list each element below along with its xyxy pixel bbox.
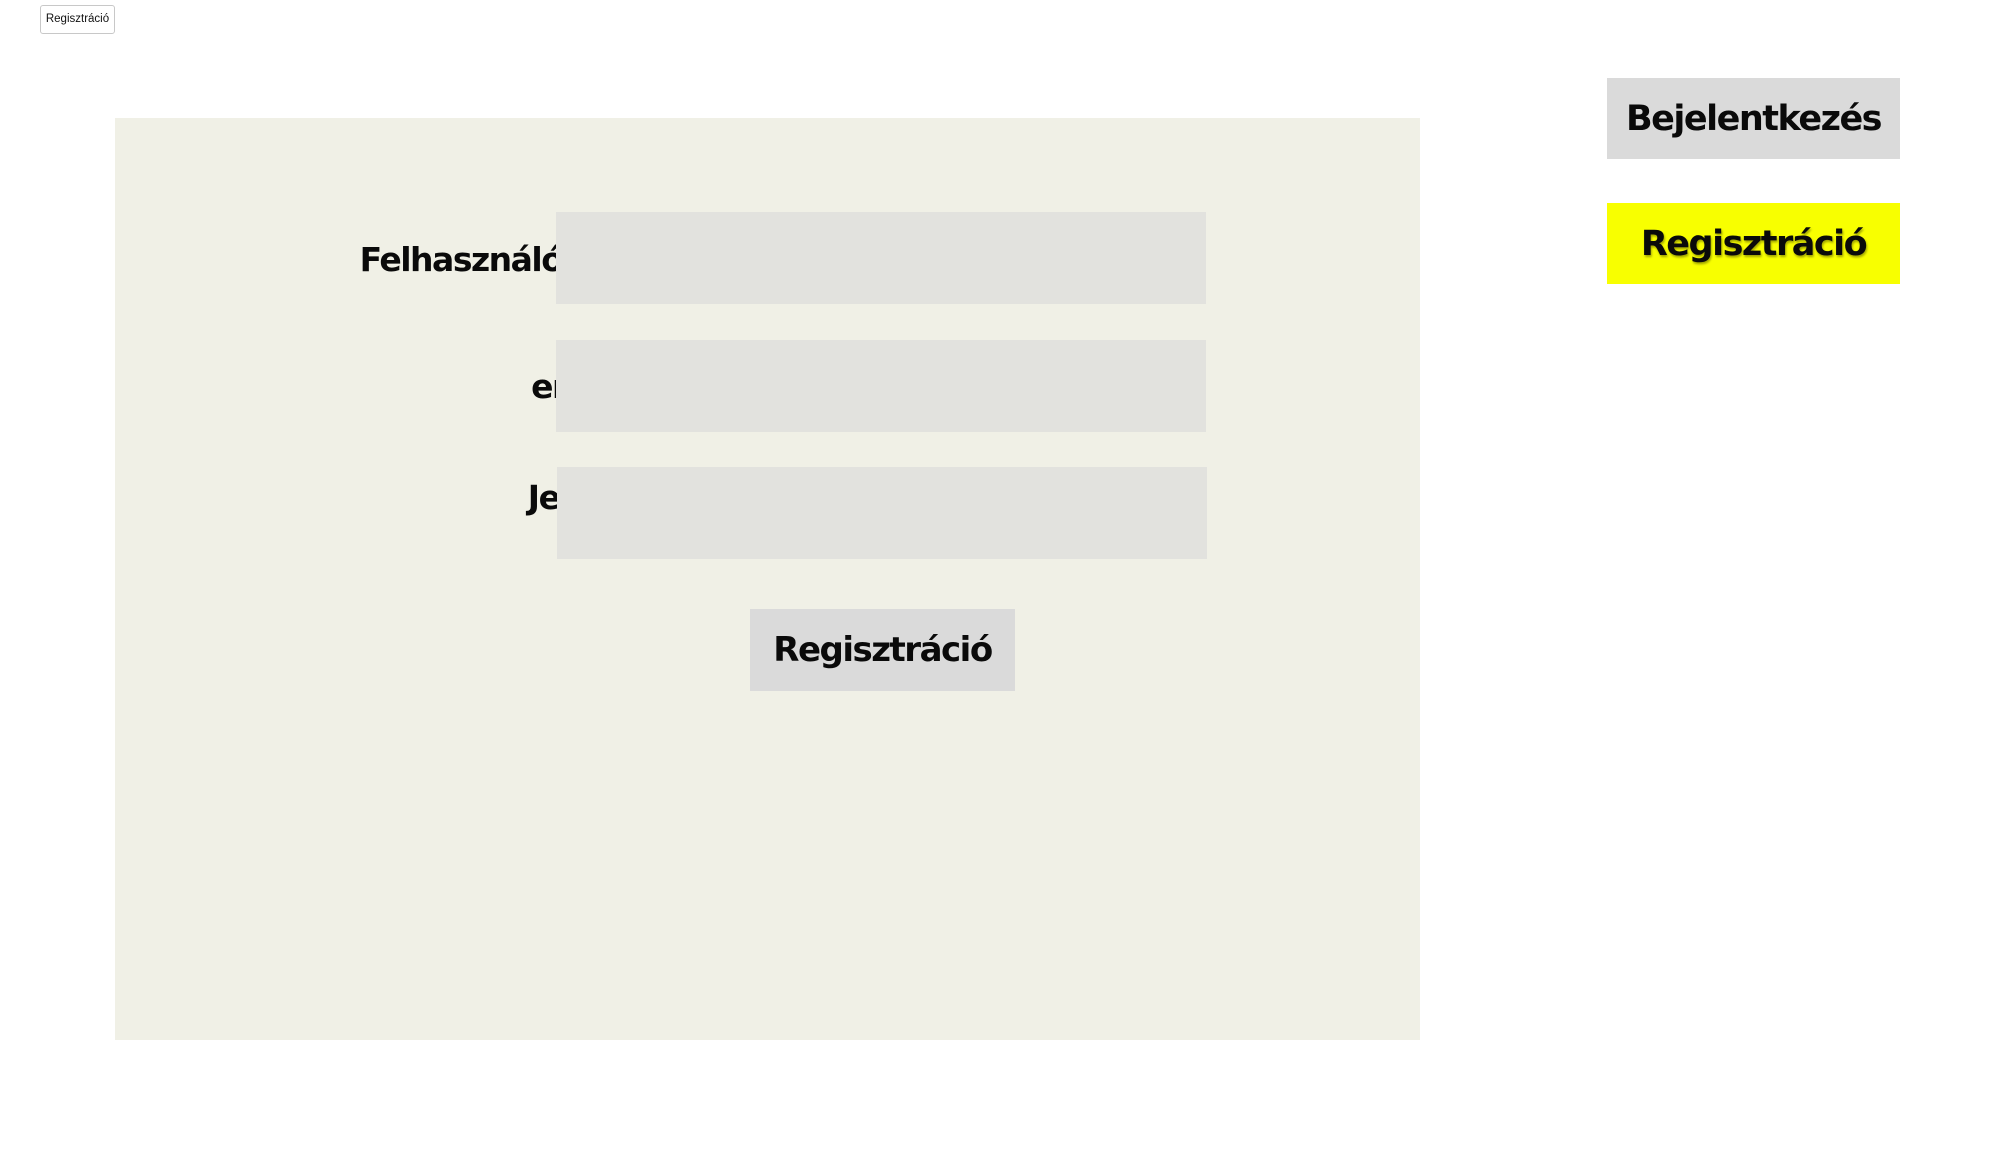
- tab-registration[interactable]: Regisztráció: [40, 5, 115, 34]
- login-nav-button[interactable]: Bejelentkezés: [1607, 78, 1900, 159]
- register-nav-button[interactable]: Regisztráció: [1607, 203, 1900, 284]
- email-input[interactable]: [556, 340, 1206, 432]
- username-input[interactable]: [556, 212, 1206, 304]
- registration-form: Felhasználónév: email: Jelszó: Regisztrá…: [115, 118, 1420, 1040]
- register-submit-button[interactable]: Regisztráció: [750, 609, 1015, 691]
- password-input[interactable]: [557, 467, 1207, 559]
